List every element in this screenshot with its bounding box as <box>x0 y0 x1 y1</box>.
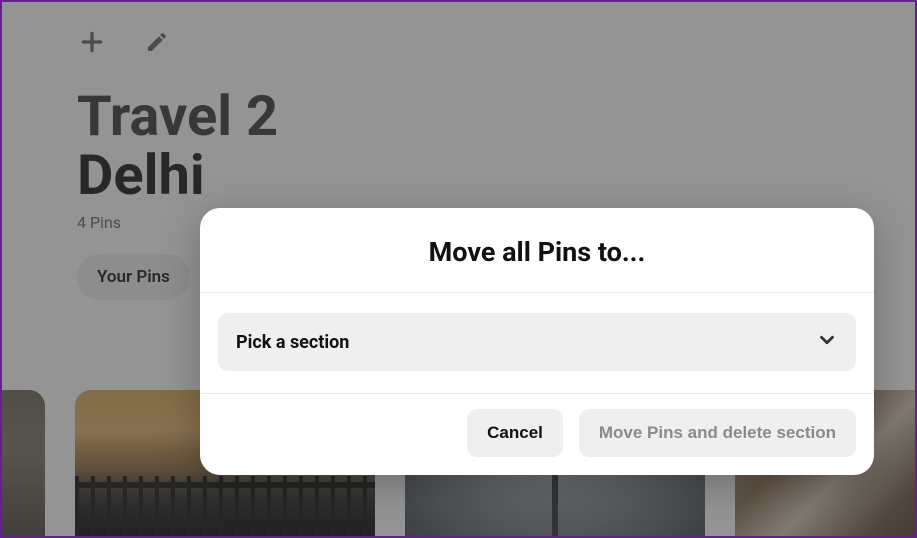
move-and-delete-button[interactable]: Move Pins and delete section <box>579 409 856 457</box>
section-picker[interactable]: Pick a section <box>218 313 856 371</box>
modal-header: Move all Pins to... <box>200 208 874 293</box>
modal-overlay[interactable]: Move all Pins to... Pick a section Cance… <box>2 2 915 536</box>
move-pins-modal: Move all Pins to... Pick a section Cance… <box>200 208 874 475</box>
section-picker-label: Pick a section <box>236 332 349 353</box>
cancel-button[interactable]: Cancel <box>467 409 563 457</box>
modal-footer: Cancel Move Pins and delete section <box>200 394 874 475</box>
chevron-down-icon <box>816 329 838 355</box>
modal-title: Move all Pins to... <box>220 236 854 268</box>
modal-body: Pick a section <box>200 293 874 394</box>
